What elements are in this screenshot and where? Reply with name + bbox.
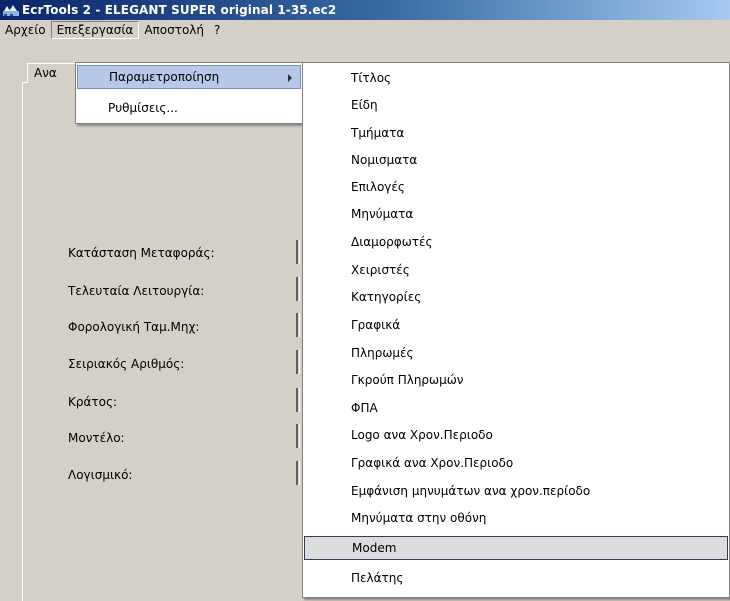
- model-value: [296, 424, 300, 448]
- menu-bar: Αρχείο Επεξεργασία Αποστολή ?: [0, 20, 730, 40]
- submenu-item-modifiers[interactable]: Διαμορφωτές: [304, 230, 728, 254]
- submenu-item-currencies[interactable]: Νομισματα: [304, 148, 728, 172]
- submenu-item-payment-groups[interactable]: Γκρούπ Πληρωμών: [304, 368, 728, 392]
- submenu-item-title[interactable]: Τίτλος: [304, 66, 728, 90]
- submenu-item-items[interactable]: Είδη: [304, 93, 728, 117]
- title-bar: EcrTools 2 - ELEGANT SUPER original 1-35…: [0, 0, 730, 20]
- submenu-item-operators[interactable]: Χειριστές: [304, 258, 728, 282]
- app-logo-icon: [0, 0, 22, 20]
- transfer-status-label: Κατάσταση Μεταφοράς:: [68, 246, 215, 260]
- software-label: Λογισμικό:: [68, 468, 133, 482]
- submenu-item-modem[interactable]: Modem: [304, 536, 728, 560]
- submenu-arrow-icon: [288, 74, 292, 82]
- submenu-item-payments[interactable]: Πληρωμές: [304, 341, 728, 365]
- serial-number-label: Σειριακός Αριθμός:: [68, 357, 185, 371]
- submenu-item-customer[interactable]: Πελάτης: [304, 566, 728, 590]
- country-value: [296, 388, 300, 412]
- transfer-status-value: [296, 240, 300, 264]
- software-value: [296, 461, 300, 485]
- serial-number-value: [296, 350, 300, 374]
- menu-send[interactable]: Αποστολή: [139, 21, 209, 39]
- menu-file[interactable]: Αρχείο: [0, 21, 51, 39]
- last-operation-label: Τελευταία Λειτουργία:: [68, 284, 205, 298]
- submenu-item-graphics-by-period[interactable]: Γραφικά ανα Χρον.Περιοδο: [304, 451, 728, 475]
- menu-item-settings[interactable]: Ρυθμίσεις...: [77, 96, 301, 120]
- submenu-item-display-messages[interactable]: Μηνύματα στην οθόνη: [304, 506, 728, 530]
- submenu-item-options[interactable]: Επιλογές: [304, 175, 728, 199]
- submenu-item-categories[interactable]: Κατηγορίες: [304, 285, 728, 309]
- submenu-item-messages-by-period[interactable]: Εμφάνιση μηνυμάτων ανα χρον.περίοδο: [304, 479, 728, 503]
- submenu-item-departments[interactable]: Τμήματα: [304, 121, 728, 145]
- tab-overview[interactable]: Ανα: [27, 63, 77, 83]
- parameterization-submenu: Τίτλος Είδη Τμήματα Νομισματα Επιλογές Μ…: [302, 62, 730, 598]
- edit-menu: Παραμετροποίηση Ρυθμίσεις...: [75, 62, 303, 124]
- country-label: Κράτος:: [68, 395, 118, 409]
- menu-edit[interactable]: Επεξεργασία: [50, 21, 140, 39]
- fiscal-register-value: [296, 313, 300, 337]
- last-operation-value: [296, 277, 300, 301]
- submenu-item-messages[interactable]: Μηνύματα: [304, 202, 728, 226]
- menu-item-parameterization[interactable]: Παραμετροποίηση: [77, 65, 301, 89]
- submenu-item-graphics[interactable]: Γραφικά: [304, 313, 728, 337]
- menu-help[interactable]: ?: [209, 21, 225, 39]
- submenu-item-logo-by-period[interactable]: Logo ανα Χρον.Περιοδο: [304, 423, 728, 447]
- menu-item-parameterization-label: Παραμετροποίηση: [109, 70, 220, 84]
- submenu-item-vat[interactable]: ΦΠΑ: [304, 396, 728, 420]
- model-label: Μοντέλο:: [68, 431, 125, 445]
- window-title: EcrTools 2 - ELEGANT SUPER original 1-35…: [22, 3, 337, 17]
- fiscal-register-label: Φορολογική Ταμ.Μηχ:: [68, 320, 200, 334]
